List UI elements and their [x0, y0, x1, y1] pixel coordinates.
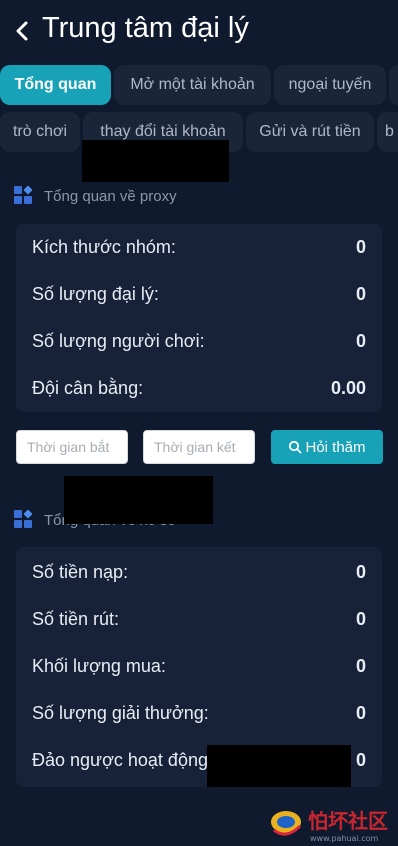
stat-row: Khối lượng mua: 0: [32, 654, 366, 678]
query-button-label: Hỏi thăm: [305, 438, 366, 456]
end-time-input[interactable]: [143, 430, 255, 464]
search-icon: [288, 440, 302, 454]
stat-row: Đội cân bằng: 0.00: [32, 376, 366, 400]
stat-value: 0: [355, 283, 366, 304]
redacted-block: [82, 140, 229, 182]
tab-offline[interactable]: ngoại tuyến: [274, 65, 386, 105]
tab-overflow[interactable]: [389, 65, 398, 105]
stat-label: Kích thước nhóm:: [32, 236, 176, 257]
tab-open-account[interactable]: Mở một tài khoản: [114, 65, 271, 105]
stat-value: 0: [355, 236, 366, 257]
stat-row: Số tiền rút: 0: [32, 607, 366, 631]
stat-label: Khối lượng mua:: [32, 655, 166, 676]
tab-games[interactable]: trò chơi: [0, 112, 80, 152]
query-button[interactable]: Hỏi thăm: [271, 430, 383, 464]
section-title: Tổng quan về proxy: [44, 187, 177, 205]
watermark-logo: 怕坏社区 www.pahuai.com: [266, 800, 398, 846]
tab-overflow-2[interactable]: b: [377, 112, 398, 152]
tab-bar-primary: Tổng quan Mở một tài khoản ngoại tuyến: [0, 65, 398, 105]
page-header: Trung tâm đại lý: [0, 0, 398, 62]
stat-row: Kích thước nhóm: 0: [32, 235, 366, 259]
proxy-overview-header: Tổng quan về proxy: [14, 184, 177, 208]
stat-value: 0: [355, 655, 366, 676]
svg-text:怕坏社区: 怕坏社区: [308, 809, 388, 833]
grid-icon: [14, 509, 34, 530]
stat-value: 0: [355, 608, 366, 629]
stat-label: Đội cân bằng:: [32, 377, 144, 398]
stat-label: Đảo ngược hoạt động: [32, 749, 208, 770]
redacted-block: [207, 745, 351, 787]
stat-row: Số tiền nạp: 0: [32, 560, 366, 584]
stat-label: Số lượng giải thưởng:: [32, 702, 209, 723]
stat-value: 0: [355, 749, 366, 770]
proxy-overview-card: Kích thước nhóm: 0 Số lượng đại lý: 0 Số…: [16, 224, 382, 412]
page-title: Trung tâm đại lý: [42, 12, 249, 44]
tab-deposit-withdraw[interactable]: Gửi và rút tiền: [246, 112, 374, 152]
start-time-input[interactable]: [16, 430, 128, 464]
stat-label: Số lượng người chơi:: [32, 330, 205, 351]
stat-value: 0: [355, 702, 366, 723]
redacted-block: [64, 476, 213, 524]
grid-icon: [14, 185, 34, 206]
stat-row: Số lượng giải thưởng: 0: [32, 701, 366, 725]
stat-label: Số lượng đại lý:: [32, 283, 159, 304]
stat-row: Số lượng đại lý: 0: [32, 282, 366, 306]
svg-text:www.pahuai.com: www.pahuai.com: [310, 834, 379, 843]
chevron-left-icon[interactable]: [12, 20, 32, 42]
tab-overview[interactable]: Tổng quan: [0, 65, 111, 105]
stat-row: Số lượng người chơi: 0: [32, 329, 366, 353]
stat-label: Số tiền nạp:: [32, 561, 129, 582]
stat-value: 0.00: [330, 377, 366, 398]
stat-label: Số tiền rút:: [32, 608, 120, 629]
stat-value: 0: [355, 330, 366, 351]
stat-value: 0: [355, 561, 366, 582]
